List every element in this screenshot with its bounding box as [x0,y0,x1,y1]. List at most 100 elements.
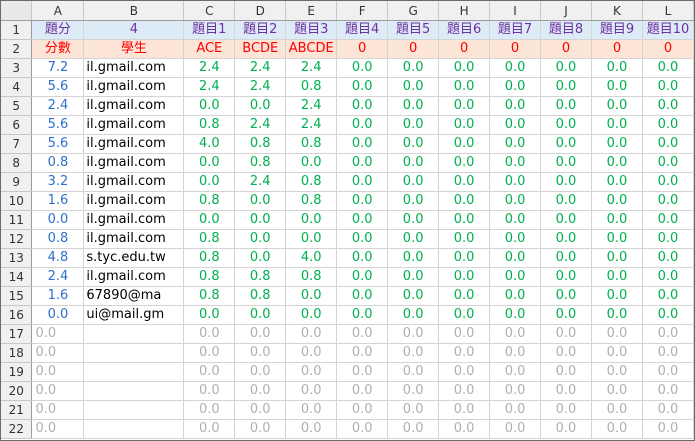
item-score-cell[interactable]: 0.0 [438,343,491,363]
item-score-cell[interactable]: 0.0 [540,172,592,192]
item-score-cell[interactable]: 0.0 [438,400,491,420]
row-header[interactable]: 7 [1,134,33,154]
item-score-cell[interactable]: 0.0 [183,305,236,325]
item-score-cell[interactable]: 0.0 [336,324,389,344]
header-cell[interactable]: 題目6 [438,20,491,40]
item-score-cell[interactable]: 2.4 [234,77,287,97]
row-header[interactable]: 18 [1,343,33,363]
item-score-cell[interactable]: 0.0 [234,191,287,211]
header-cell[interactable]: 0 [642,39,694,59]
item-score-cell[interactable]: 0.8 [183,248,236,268]
item-score-cell[interactable]: 0.0 [438,191,491,211]
item-score-cell[interactable]: 0.0 [489,248,542,268]
item-score-cell[interactable]: 0.0 [336,210,389,230]
item-score-cell[interactable]: 0.0 [642,324,694,344]
item-score-cell[interactable]: 0.0 [438,210,491,230]
item-score-cell[interactable]: 0.0 [183,381,236,401]
item-score-cell[interactable]: 0.0 [234,210,287,230]
item-score-cell[interactable]: 0.8 [183,229,236,249]
item-score-cell[interactable]: 0.0 [183,172,236,192]
score-cell[interactable]: 1.6 [31,191,85,211]
item-score-cell[interactable]: 0.0 [540,210,592,230]
student-cell[interactable] [83,400,185,420]
item-score-cell[interactable]: 0.0 [438,419,491,439]
student-cell[interactable]: il.gmail.com [83,96,185,116]
item-score-cell[interactable]: 0.0 [387,248,440,268]
score-cell[interactable]: 7.2 [31,58,85,78]
item-score-cell[interactable]: 0.0 [540,191,592,211]
score-cell[interactable]: 0.0 [31,343,85,363]
item-score-cell[interactable]: 0.0 [489,305,542,325]
score-cell[interactable]: 5.6 [31,134,85,154]
item-score-cell[interactable]: 0.8 [285,134,338,154]
item-score-cell[interactable]: 0.0 [642,96,694,116]
item-score-cell[interactable]: 0.0 [540,153,592,173]
item-score-cell[interactable]: 0.0 [285,343,338,363]
item-score-cell[interactable]: 0.0 [591,248,643,268]
item-score-cell[interactable]: 0.0 [438,286,491,306]
item-score-cell[interactable]: 0.0 [336,286,389,306]
item-score-cell[interactable]: 0.0 [540,419,592,439]
score-cell[interactable]: 0.8 [31,229,85,249]
item-score-cell[interactable]: 0.0 [183,324,236,344]
item-score-cell[interactable]: 0.0 [336,58,389,78]
item-score-cell[interactable]: 0.0 [540,58,592,78]
student-cell[interactable] [83,343,185,363]
item-score-cell[interactable]: 0.0 [438,267,491,287]
item-score-cell[interactable]: 0.0 [591,96,643,116]
item-score-cell[interactable]: 0.0 [285,362,338,382]
item-score-cell[interactable]: 0.0 [642,115,694,135]
item-score-cell[interactable]: 0.8 [183,267,236,287]
item-score-cell[interactable]: 0.0 [438,153,491,173]
item-score-cell[interactable]: 0.0 [336,153,389,173]
item-score-cell[interactable]: 0.0 [234,248,287,268]
item-score-cell[interactable]: 0.0 [489,58,542,78]
item-score-cell[interactable]: 0.0 [540,400,592,420]
item-score-cell[interactable]: 0.0 [540,343,592,363]
score-cell[interactable]: 0.0 [31,324,85,344]
item-score-cell[interactable]: 4.0 [183,134,236,154]
header-cell[interactable]: 0 [336,39,389,59]
item-score-cell[interactable]: 0.8 [234,267,287,287]
item-score-cell[interactable]: 0.0 [387,96,440,116]
header-cell[interactable]: 0 [438,39,491,59]
item-score-cell[interactable]: 0.0 [387,210,440,230]
item-score-cell[interactable]: 0.0 [540,267,592,287]
item-score-cell[interactable]: 0.0 [642,134,694,154]
item-score-cell[interactable]: 0.8 [183,191,236,211]
item-score-cell[interactable]: 0.0 [591,229,643,249]
score-cell[interactable]: 0.0 [31,400,85,420]
score-cell[interactable]: 2.4 [31,96,85,116]
item-score-cell[interactable]: 0.0 [489,324,542,344]
column-header-e[interactable]: E [285,1,338,21]
item-score-cell[interactable]: 2.4 [234,58,287,78]
item-score-cell[interactable]: 4.0 [285,248,338,268]
item-score-cell[interactable]: 0.0 [387,134,440,154]
student-cell[interactable] [83,362,185,382]
item-score-cell[interactable]: 0.0 [642,58,694,78]
item-score-cell[interactable]: 0.0 [183,419,236,439]
column-header-k[interactable]: K [591,1,643,21]
item-score-cell[interactable]: 0.0 [489,419,542,439]
row-header[interactable]: 15 [1,286,33,306]
item-score-cell[interactable]: 0.0 [591,191,643,211]
item-score-cell[interactable]: 2.4 [285,96,338,116]
item-score-cell[interactable]: 0.0 [336,77,389,97]
item-score-cell[interactable]: 0.0 [387,324,440,344]
item-score-cell[interactable]: 0.0 [591,172,643,192]
item-score-cell[interactable]: 0.0 [387,77,440,97]
item-score-cell[interactable]: 0.0 [591,267,643,287]
item-score-cell[interactable]: 0.0 [336,115,389,135]
item-score-cell[interactable]: 0.0 [387,362,440,382]
item-score-cell[interactable]: 0.0 [285,400,338,420]
item-score-cell[interactable]: 0.0 [642,229,694,249]
item-score-cell[interactable]: 0.0 [234,381,287,401]
item-score-cell[interactable]: 0.0 [183,153,236,173]
item-score-cell[interactable]: 0.0 [387,286,440,306]
item-score-cell[interactable]: 0.8 [183,286,236,306]
row-header[interactable]: 17 [1,324,33,344]
item-score-cell[interactable]: 0.8 [234,153,287,173]
item-score-cell[interactable]: 0.0 [642,77,694,97]
item-score-cell[interactable]: 0.0 [642,362,694,382]
item-score-cell[interactable]: 0.0 [642,248,694,268]
